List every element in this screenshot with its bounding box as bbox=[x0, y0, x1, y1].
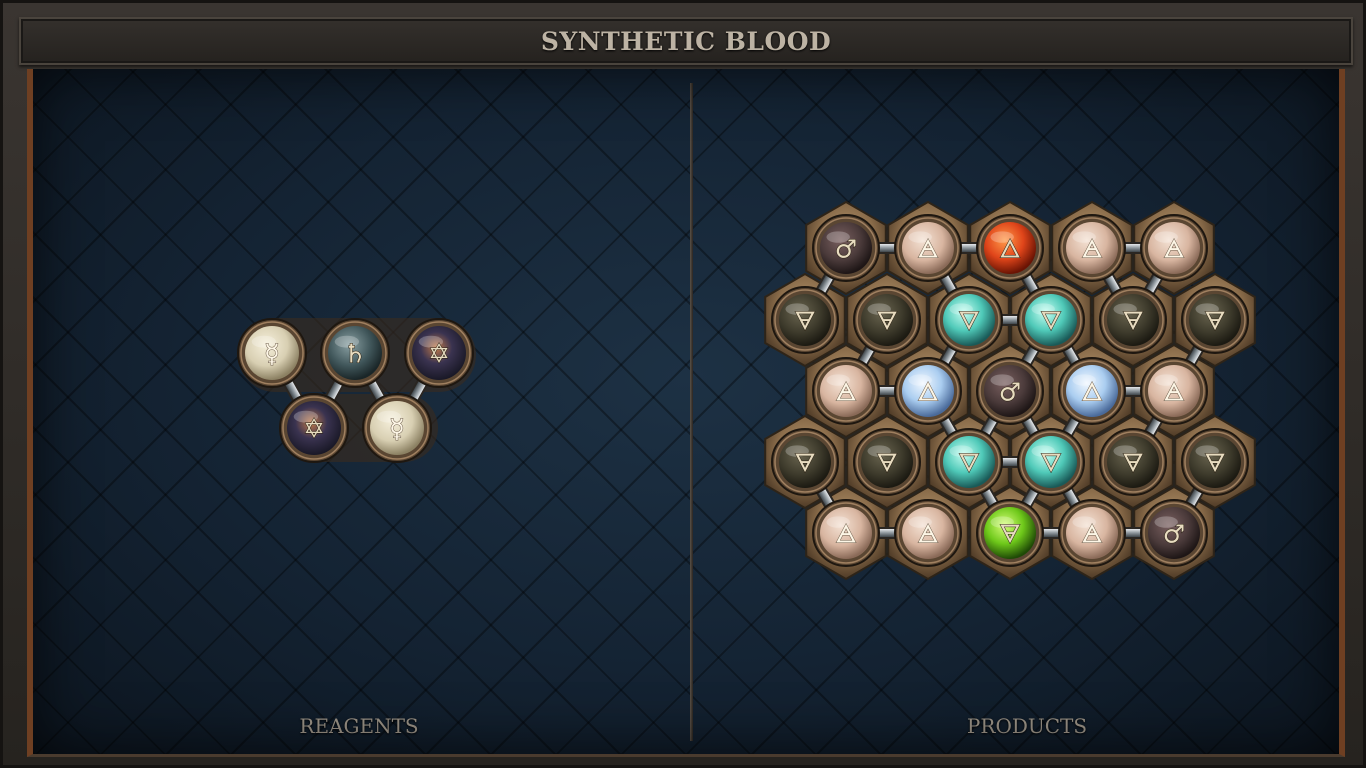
molecule-art: ☿ ♄ ✡ ✡ ☿ ♂ 🜁 🜂 🜁 🜁 🜃 🜃 🜄 🜄 🜃 🜃 🜁 🜂 ♂ 🜂 🜁 🜃 🜃 🜄 🜄 🜃 🜃 🜁 🜁 🜃 🜁 ♂ bbox=[237, 200, 1256, 581]
product-atom-air[interactable]: 🜁 bbox=[1140, 214, 1208, 282]
earth-symbol-icon: 🜃 bbox=[1122, 448, 1144, 477]
water-symbol-icon: 🜄 bbox=[1040, 448, 1062, 477]
fire-symbol-icon: 🜂 bbox=[999, 234, 1021, 263]
earth-symbol-icon: 🜃 bbox=[1204, 306, 1226, 335]
air-symbol-icon: 🜁 bbox=[917, 519, 939, 548]
product-atom-earth[interactable]: 🜃 bbox=[976, 499, 1044, 567]
air-symbol-icon: 🜁 bbox=[917, 234, 939, 263]
product-atom-earth[interactable]: 🜃 bbox=[853, 428, 921, 496]
air-symbol-icon: 🜁 bbox=[1081, 234, 1103, 263]
product-atom-air[interactable]: 🜁 bbox=[894, 214, 962, 282]
earth-symbol-icon: 🜃 bbox=[794, 448, 816, 477]
product-atom-water[interactable]: 🜄 bbox=[935, 286, 1003, 354]
water-symbol-icon: 🜄 bbox=[958, 306, 980, 335]
iron-symbol-icon: ♂ bbox=[999, 377, 1021, 406]
reagent-atom-quicksilver[interactable]: ☿ bbox=[237, 318, 307, 388]
product-atom-air[interactable]: 🜁 bbox=[812, 499, 880, 567]
air-symbol-icon: 🜁 bbox=[1081, 519, 1103, 548]
product-atom-earth[interactable]: 🜃 bbox=[771, 428, 839, 496]
reagent-atom-vitae[interactable]: ✡ bbox=[279, 393, 349, 463]
product-atom-earth[interactable]: 🜃 bbox=[1099, 286, 1167, 354]
product-atom-earth[interactable]: 🜃 bbox=[771, 286, 839, 354]
air-symbol-icon: 🜁 bbox=[1163, 234, 1185, 263]
fire-symbol-icon: 🜂 bbox=[917, 377, 939, 406]
iron-symbol-icon: ♂ bbox=[1163, 519, 1185, 548]
salt-symbol-icon: ♄ bbox=[343, 340, 366, 370]
iron-symbol-icon: ♂ bbox=[835, 234, 857, 263]
product-atom-earth[interactable]: 🜃 bbox=[853, 286, 921, 354]
product-atom-fire[interactable]: 🜂 bbox=[1058, 357, 1126, 425]
water-symbol-icon: 🜄 bbox=[958, 448, 980, 477]
air-symbol-icon: 🜁 bbox=[835, 377, 857, 406]
earth-symbol-icon: 🜃 bbox=[876, 306, 898, 335]
earth-symbol-icon: 🜃 bbox=[1122, 306, 1144, 335]
product-atom-air[interactable]: 🜁 bbox=[1058, 214, 1126, 282]
reagent-atom-quicksilver[interactable]: ☿ bbox=[362, 393, 432, 463]
product-atom-water[interactable]: 🜄 bbox=[935, 428, 1003, 496]
reagent-atom-vitae[interactable]: ✡ bbox=[404, 318, 474, 388]
earth-symbol-icon: 🜃 bbox=[794, 306, 816, 335]
air-symbol-icon: 🜁 bbox=[1163, 377, 1185, 406]
product-atom-water[interactable]: 🜄 bbox=[1017, 428, 1085, 496]
product-atom-fire[interactable]: 🜂 bbox=[894, 357, 962, 425]
earth-symbol-icon: 🜃 bbox=[1204, 448, 1226, 477]
product-atom-iron[interactable]: ♂ bbox=[976, 357, 1044, 425]
product-atom-earth[interactable]: 🜃 bbox=[1099, 428, 1167, 496]
product-atom-fire[interactable]: 🜂 bbox=[976, 214, 1044, 282]
quicksilver-symbol-icon: ☿ bbox=[264, 340, 280, 370]
product-atom-earth[interactable]: 🜃 bbox=[1181, 286, 1249, 354]
reagent-molecule: ☿ ♄ ✡ ✡ ☿ bbox=[237, 318, 476, 463]
product-atom-air[interactable]: 🜁 bbox=[812, 357, 880, 425]
earth-symbol-icon: 🜃 bbox=[876, 448, 898, 477]
product-atom-air[interactable]: 🜁 bbox=[1058, 499, 1126, 567]
product-atom-water[interactable]: 🜄 bbox=[1017, 286, 1085, 354]
product-atom-earth[interactable]: 🜃 bbox=[1181, 428, 1249, 496]
product-molecule: ♂ 🜁 🜂 🜁 🜁 🜃 🜃 🜄 🜄 🜃 🜃 🜁 🜂 ♂ 🜂 🜁 🜃 🜃 🜄 🜄 🜃 🜃 🜁 🜁 🜃 🜁 ♂ bbox=[764, 200, 1256, 581]
product-atom-iron[interactable]: ♂ bbox=[1140, 499, 1208, 567]
vitae-symbol-icon: ✡ bbox=[303, 415, 325, 445]
reagent-atom-salt[interactable]: ♄ bbox=[320, 318, 390, 388]
water-symbol-icon: 🜄 bbox=[1040, 306, 1062, 335]
product-atom-air[interactable]: 🜁 bbox=[894, 499, 962, 567]
earth-symbol-icon: 🜃 bbox=[999, 519, 1021, 548]
quicksilver-symbol-icon: ☿ bbox=[389, 415, 405, 445]
vitae-symbol-icon: ✡ bbox=[428, 340, 450, 370]
product-atom-iron[interactable]: ♂ bbox=[812, 214, 880, 282]
fire-symbol-icon: 🜂 bbox=[1081, 377, 1103, 406]
air-symbol-icon: 🜁 bbox=[835, 519, 857, 548]
product-atom-air[interactable]: 🜁 bbox=[1140, 357, 1208, 425]
